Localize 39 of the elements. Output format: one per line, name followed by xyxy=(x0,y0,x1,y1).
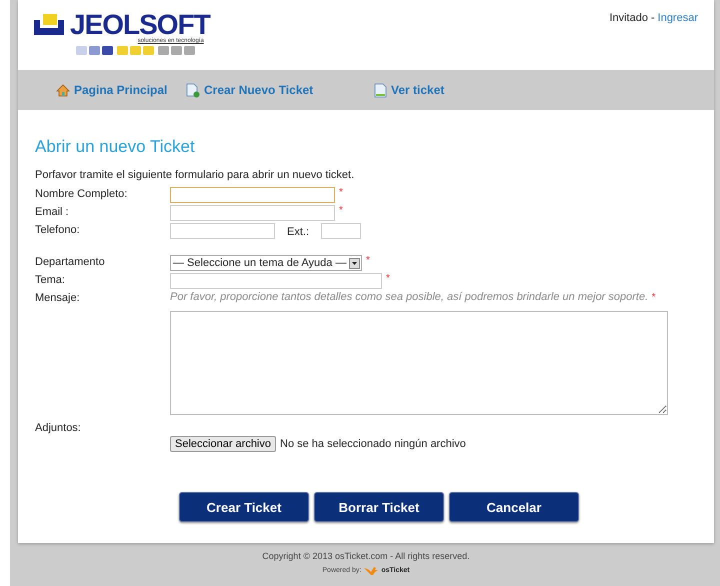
logo-text: JEOLSOFT xyxy=(70,12,210,38)
field-label: Mensaje: xyxy=(35,291,81,304)
document-icon xyxy=(374,82,387,98)
separator: - xyxy=(650,12,655,26)
required-asterisk: * xyxy=(339,187,343,198)
field-label: Tema: xyxy=(35,273,66,286)
field-label: Nombre Completo: xyxy=(35,187,128,200)
form-button[interactable]: Cancelar xyxy=(449,492,579,522)
choose-file-button[interactable]: Seleccionar archivo xyxy=(170,436,276,452)
message-field[interactable] xyxy=(170,311,668,415)
login-link[interactable]: Ingresar xyxy=(658,12,698,70)
required-asterisk: * xyxy=(366,255,370,266)
text-field[interactable] xyxy=(170,205,335,221)
dropdown-arrow-icon xyxy=(352,262,357,264)
file-status: No se ha seleccionado ningún archivo xyxy=(280,438,466,450)
kangaroo-icon xyxy=(364,566,378,575)
copyright-text: Copyright © 2013 osTicket.com - All rights reserved. xyxy=(262,551,470,561)
field-label: Departamento xyxy=(35,255,106,268)
home-icon xyxy=(56,84,70,96)
page-title: Abrir un nuevo Ticket xyxy=(35,137,196,157)
field-label: Email : xyxy=(35,205,70,218)
required-asterisk: * xyxy=(339,205,343,216)
field-label: Adjuntos: xyxy=(35,421,82,434)
required-asterisk: * xyxy=(386,273,390,284)
department-select[interactable]: — Seleccione un tema de Ayuda — xyxy=(170,255,362,271)
form-button[interactable]: Crear Ticket xyxy=(179,492,309,522)
user-status: Invitado xyxy=(609,12,648,26)
form-button[interactable]: Borrar Ticket xyxy=(314,492,444,522)
document-add-icon xyxy=(186,82,200,98)
ext-label: Ext.: xyxy=(287,226,310,238)
required-asterisk: * xyxy=(651,292,656,303)
text-field[interactable] xyxy=(170,187,335,203)
text-field[interactable] xyxy=(170,273,382,289)
message-hint: Por favor, proporcione tantos detalles como sea posible, así podremos brindarle un mejor soporte. * xyxy=(170,291,656,303)
ext-field[interactable] xyxy=(321,223,362,239)
field-label: Telefono: xyxy=(35,223,81,236)
logo-icon xyxy=(34,14,66,36)
phone-field[interactable] xyxy=(170,223,275,239)
intro-text: Porfavor tramite el siguiente formulario para abrir un nuevo ticket. xyxy=(35,169,356,181)
